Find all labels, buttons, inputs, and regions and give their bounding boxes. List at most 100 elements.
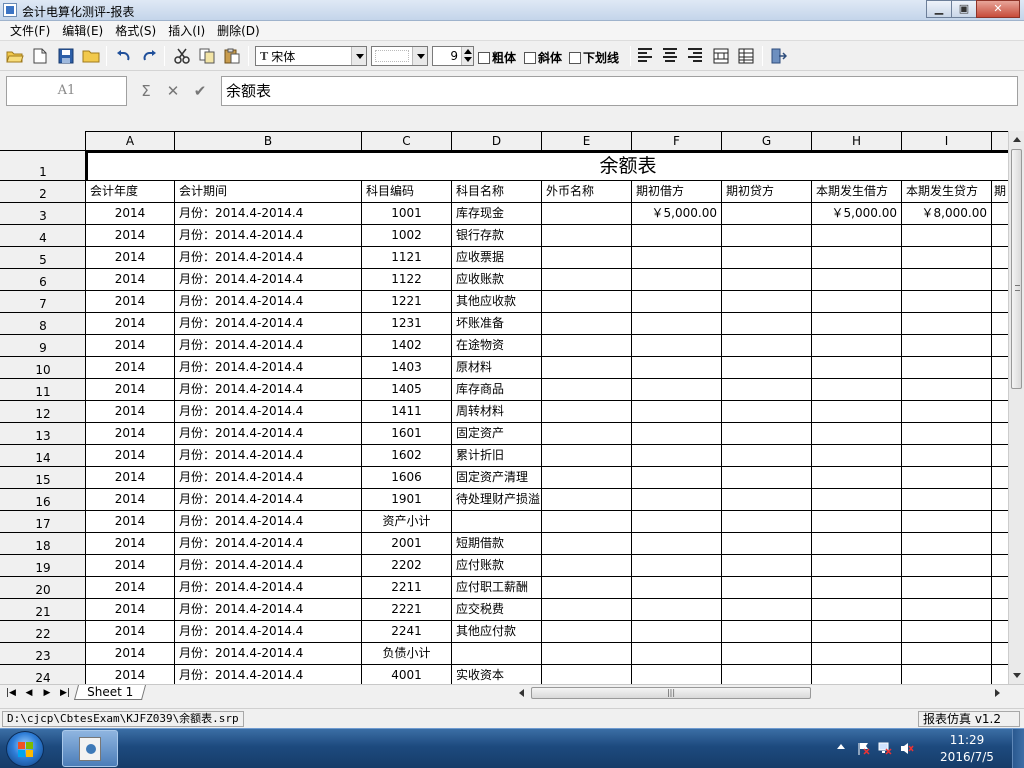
- align-left-icon[interactable]: [638, 48, 654, 64]
- cell-code[interactable]: 2202: [362, 555, 452, 577]
- cell-opening-debit[interactable]: [632, 379, 722, 401]
- cell-opening-credit[interactable]: [722, 313, 812, 335]
- cell-period-debit[interactable]: [812, 379, 902, 401]
- cell-currency[interactable]: [542, 401, 632, 423]
- cell-year[interactable]: 2014: [86, 643, 175, 665]
- menu-insert[interactable]: 插入(I): [162, 21, 211, 41]
- cell-opening-credit[interactable]: [722, 445, 812, 467]
- cell-next[interactable]: [992, 445, 1008, 467]
- cell-year[interactable]: 2014: [86, 533, 175, 555]
- row-header-16[interactable]: 16: [0, 489, 86, 511]
- cell-name[interactable]: 应收票据: [452, 247, 542, 269]
- row-header-2[interactable]: 2: [0, 181, 86, 203]
- cell-opening-debit[interactable]: [632, 665, 722, 684]
- row-header-11[interactable]: 11: [0, 379, 86, 401]
- cell-next[interactable]: [992, 357, 1008, 379]
- cell-year[interactable]: 2014: [86, 401, 175, 423]
- cell-period-credit[interactable]: [902, 225, 992, 247]
- cell-period-credit[interactable]: [902, 313, 992, 335]
- cell-period-debit[interactable]: ￥5,000.00: [812, 203, 902, 225]
- row-header-19[interactable]: 19: [0, 555, 86, 577]
- row-header-22[interactable]: 22: [0, 621, 86, 643]
- header-cell-next[interactable]: 期: [992, 181, 1008, 203]
- menu-edit[interactable]: 编辑(E): [56, 21, 109, 41]
- cell-next[interactable]: [992, 599, 1008, 621]
- cell-period-debit[interactable]: [812, 511, 902, 533]
- cell-opening-debit[interactable]: [632, 423, 722, 445]
- cell-period[interactable]: 月份：2014.4-2014.4: [175, 489, 362, 511]
- cell-period-credit[interactable]: [902, 599, 992, 621]
- column-header-d[interactable]: D: [452, 131, 542, 151]
- column-header-a[interactable]: A: [86, 131, 175, 151]
- row-header-13[interactable]: 13: [0, 423, 86, 445]
- cell-opening-debit[interactable]: [632, 401, 722, 423]
- cell-currency[interactable]: [542, 225, 632, 247]
- cell-opening-credit[interactable]: [722, 599, 812, 621]
- row-header-10[interactable]: 10: [0, 357, 86, 379]
- cell-next[interactable]: [992, 423, 1008, 445]
- checkbox-box[interactable]: [524, 51, 536, 64]
- cell-period-debit[interactable]: [812, 313, 902, 335]
- cell-period-credit[interactable]: [902, 401, 992, 423]
- cell-code[interactable]: 1122: [362, 269, 452, 291]
- cell-period[interactable]: 月份：2014.4-2014.4: [175, 665, 362, 684]
- cell-opening-credit[interactable]: [722, 489, 812, 511]
- cell-year[interactable]: 2014: [86, 577, 175, 599]
- cell-period-debit[interactable]: [812, 357, 902, 379]
- cell-name[interactable]: 固定资产清理: [452, 467, 542, 489]
- cell-next[interactable]: [992, 225, 1008, 247]
- cell-period-credit[interactable]: [902, 511, 992, 533]
- row-header-23[interactable]: 23: [0, 643, 86, 665]
- row-header-3[interactable]: 3: [0, 203, 86, 225]
- cell-opening-debit[interactable]: [632, 445, 722, 467]
- column-header-b[interactable]: B: [175, 131, 362, 151]
- last-sheet-button[interactable]: ▶|: [57, 687, 73, 699]
- cell-next[interactable]: [992, 511, 1008, 533]
- row-header-17[interactable]: 17: [0, 511, 86, 533]
- row-header-15[interactable]: 15: [0, 467, 86, 489]
- cell-period-debit[interactable]: [812, 247, 902, 269]
- cell-code[interactable]: 资产小计: [362, 511, 452, 533]
- header-cell-name[interactable]: 科目名称: [452, 181, 542, 203]
- new-document-icon[interactable]: [29, 45, 51, 67]
- cell-name[interactable]: 在途物资: [452, 335, 542, 357]
- cell-code[interactable]: 2221: [362, 599, 452, 621]
- cell-period[interactable]: 月份：2014.4-2014.4: [175, 269, 362, 291]
- cell-opening-credit[interactable]: [722, 203, 812, 225]
- cell-opening-credit[interactable]: [722, 401, 812, 423]
- header-cell-code[interactable]: 科目编码: [362, 181, 452, 203]
- cell-name[interactable]: 其他应付款: [452, 621, 542, 643]
- undo-icon[interactable]: [113, 45, 135, 67]
- cell-opening-credit[interactable]: [722, 665, 812, 684]
- cell-opening-debit[interactable]: [632, 269, 722, 291]
- cell-code[interactable]: 1221: [362, 291, 452, 313]
- underline-checkbox[interactable]: 下划线: [569, 49, 619, 66]
- header-cell-year[interactable]: 会计年度: [86, 181, 175, 203]
- cell-name[interactable]: 库存商品: [452, 379, 542, 401]
- cell-opening-credit[interactable]: [722, 225, 812, 247]
- sum-icon[interactable]: Σ: [137, 81, 155, 101]
- open-folder-icon[interactable]: [4, 45, 26, 67]
- cell-opening-credit[interactable]: [722, 577, 812, 599]
- cell-next[interactable]: [992, 555, 1008, 577]
- column-header-next[interactable]: [992, 131, 1008, 151]
- cell-currency[interactable]: [542, 665, 632, 684]
- cell-currency[interactable]: [542, 335, 632, 357]
- row-header-4[interactable]: 4: [0, 225, 86, 247]
- cell-opening-credit[interactable]: [722, 335, 812, 357]
- cell-opening-credit[interactable]: [722, 423, 812, 445]
- row-header-21[interactable]: 21: [0, 599, 86, 621]
- cell-next[interactable]: [992, 269, 1008, 291]
- cell-opening-debit[interactable]: [632, 577, 722, 599]
- cell-period-credit[interactable]: [902, 357, 992, 379]
- row-header-7[interactable]: 7: [0, 291, 86, 313]
- cell-period-credit[interactable]: [902, 269, 992, 291]
- cell-period[interactable]: 月份：2014.4-2014.4: [175, 555, 362, 577]
- cell-code[interactable]: 1601: [362, 423, 452, 445]
- cell-period-credit[interactable]: [902, 577, 992, 599]
- cell-period[interactable]: 月份：2014.4-2014.4: [175, 313, 362, 335]
- cell-year[interactable]: 2014: [86, 291, 175, 313]
- cell-name[interactable]: 坏账准备: [452, 313, 542, 335]
- cell-year[interactable]: 2014: [86, 269, 175, 291]
- copy-icon[interactable]: [196, 45, 218, 67]
